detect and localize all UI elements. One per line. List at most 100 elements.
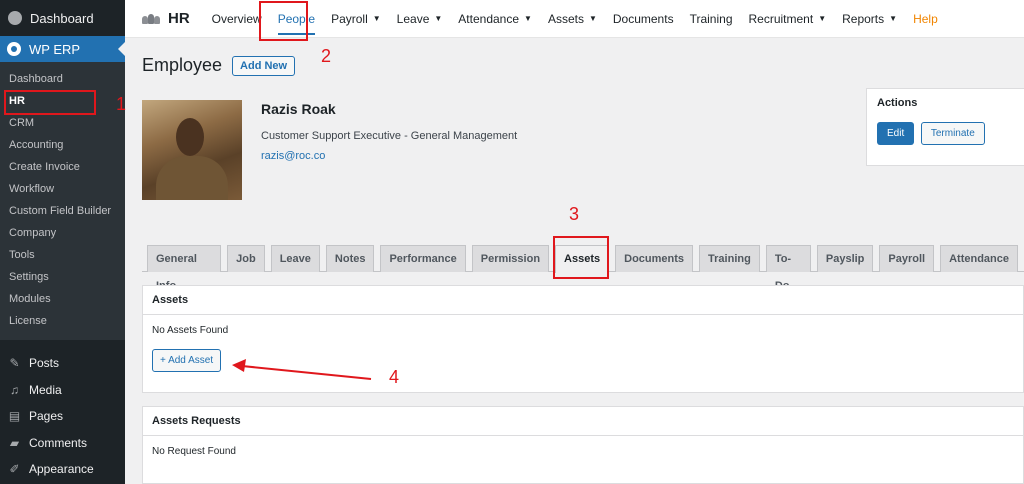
- nav-label: Help: [913, 11, 938, 26]
- employee-role: Customer Support Executive - General Man…: [261, 130, 518, 142]
- submenu-item-company[interactable]: Company: [0, 222, 125, 244]
- people-icon: [142, 13, 160, 24]
- nav-label: Attendance: [458, 11, 520, 26]
- nav-training[interactable]: Training: [682, 0, 741, 38]
- chevron-down-icon: ▼: [889, 14, 898, 23]
- annotation-number-3: 3: [569, 204, 580, 224]
- nav-label: Reports: [842, 11, 885, 26]
- wp-erp-logo-icon: [7, 42, 21, 56]
- sidebar-item-dashboard[interactable]: Dashboard: [0, 0, 125, 36]
- annotation-box-people: [259, 1, 308, 41]
- submenu-item-accounting[interactable]: Accounting: [0, 134, 125, 156]
- pin-icon: ✎: [9, 356, 20, 371]
- add-new-button[interactable]: Add New: [232, 55, 296, 76]
- tab-job[interactable]: Job: [227, 245, 265, 272]
- employee-avatar: [142, 100, 242, 200]
- submenu-item-create-invoice[interactable]: Create Invoice: [0, 156, 125, 178]
- annotation-arrow: [232, 359, 372, 380]
- sidebar-item-label: Comments: [29, 435, 88, 450]
- hr-brand: HR: [125, 10, 204, 27]
- asset-requests-body: No Request Found: [143, 436, 1023, 467]
- sidebar-item-comments[interactable]: ▰ Comments: [0, 430, 125, 457]
- tab-performance[interactable]: Performance: [380, 245, 466, 272]
- nav-leave[interactable]: Leave ▼: [389, 0, 451, 38]
- chevron-down-icon: ▼: [372, 14, 381, 23]
- page-title: Employee: [142, 55, 223, 75]
- submenu-item-custom-field-builder[interactable]: Custom Field Builder: [0, 200, 125, 222]
- employee-email-link[interactable]: razis@roc.co: [261, 150, 325, 162]
- asset-requests-title: Assets Requests: [143, 407, 1023, 436]
- sidebar-item-media[interactable]: ♫ Media: [0, 377, 125, 404]
- admin-sidebar: Dashboard WP ERP Dashboard HR CRM Accoun…: [0, 0, 125, 484]
- annotation-box-assets-tab: [553, 236, 609, 279]
- nav-label: Recruitment: [748, 11, 814, 26]
- add-asset-button[interactable]: + Add Asset: [152, 349, 222, 372]
- sidebar-item-label: Posts: [29, 356, 60, 371]
- tab-training[interactable]: Training: [699, 245, 760, 272]
- sidebar-item-label: Dashboard: [30, 10, 94, 26]
- nav-assets[interactable]: Assets ▼: [540, 0, 605, 38]
- tab-attendance[interactable]: Attendance: [940, 245, 1018, 272]
- employee-name: Razis Roak: [261, 101, 336, 117]
- sidebar-item-label: Pages: [29, 409, 64, 424]
- annotation-number-2: 2: [321, 46, 332, 66]
- tab-payslip[interactable]: Payslip: [816, 245, 874, 272]
- submenu-item-dashboard[interactable]: Dashboard: [0, 68, 125, 90]
- chevron-down-icon: ▼: [588, 14, 597, 23]
- nav-documents[interactable]: Documents: [605, 0, 682, 38]
- submenu-item-tools[interactable]: Tools: [0, 244, 125, 266]
- nav-label: Leave: [396, 11, 430, 26]
- tab-notes[interactable]: Notes: [325, 245, 375, 272]
- tab-payroll[interactable]: Payroll: [879, 245, 935, 272]
- sidebar-item-label: Media: [29, 382, 62, 397]
- sidebar-item-appearance[interactable]: ✐ Appearance: [0, 456, 125, 483]
- submenu-item-modules[interactable]: Modules: [0, 288, 125, 310]
- tab-to-do[interactable]: To-Do: [765, 245, 811, 292]
- submenu-item-crm[interactable]: CRM: [0, 112, 125, 134]
- tab-leave[interactable]: Leave: [270, 245, 320, 272]
- annotation-number-4: 4: [389, 367, 400, 387]
- dashboard-icon: [8, 11, 22, 25]
- comments-icon: ▰: [9, 435, 20, 450]
- chevron-down-icon: ▼: [434, 14, 443, 23]
- hr-brand-title: HR: [168, 10, 190, 27]
- media-icon: ♫: [10, 382, 19, 397]
- nav-label: Overview: [211, 11, 262, 26]
- sidebar-item-posts[interactable]: ✎ Posts: [0, 350, 125, 377]
- brush-icon: ✐: [9, 462, 20, 477]
- pages-icon: ▤: [8, 409, 21, 424]
- terminate-button[interactable]: Terminate: [920, 122, 985, 145]
- edit-button[interactable]: Edit: [877, 122, 915, 145]
- nav-reports[interactable]: Reports ▼: [834, 0, 905, 38]
- no-assets-text: No Assets Found: [152, 325, 229, 336]
- actions-box: Actions Edit Terminate: [866, 88, 1024, 166]
- nav-label: Payroll: [331, 11, 368, 26]
- nav-recruitment[interactable]: Recruitment ▼: [741, 0, 835, 38]
- sidebar-item-wp-erp[interactable]: WP ERP: [0, 36, 125, 62]
- no-request-text: No Request Found: [152, 446, 236, 457]
- annotation-box-hr: [4, 90, 96, 115]
- nav-label: Training: [689, 11, 733, 26]
- tab-permission[interactable]: Permission: [471, 245, 550, 272]
- nav-payroll[interactable]: Payroll ▼: [323, 0, 389, 38]
- page-header: Employee Add New: [142, 55, 296, 76]
- submenu-item-workflow[interactable]: Workflow: [0, 178, 125, 200]
- nav-attendance[interactable]: Attendance ▼: [450, 0, 540, 38]
- nav-help[interactable]: Help: [905, 0, 946, 38]
- sidebar-item-label: WP ERP: [29, 41, 81, 57]
- submenu-item-settings[interactable]: Settings: [0, 266, 125, 288]
- sidebar-main-menu: ✎ Posts ♫ Media ▤ Pages ▰ Comments ✐ App…: [0, 340, 125, 483]
- nav-label: Documents: [612, 11, 674, 26]
- chevron-down-icon: ▼: [818, 14, 827, 23]
- submenu-item-license[interactable]: License: [0, 310, 125, 332]
- nav-label: Assets: [547, 11, 584, 26]
- actions-title: Actions: [877, 97, 918, 109]
- asset-requests-panel: Assets Requests No Request Found: [142, 406, 1024, 484]
- chevron-down-icon: ▼: [524, 14, 532, 23]
- tab-documents[interactable]: Documents: [615, 245, 694, 272]
- sidebar-item-pages[interactable]: ▤ Pages: [0, 403, 125, 430]
- annotation-number-1: 1: [116, 94, 127, 114]
- assets-panel-title: Assets: [143, 286, 1023, 315]
- tab-general-info[interactable]: General Info: [147, 245, 222, 292]
- sidebar-item-label: Appearance: [29, 462, 94, 477]
